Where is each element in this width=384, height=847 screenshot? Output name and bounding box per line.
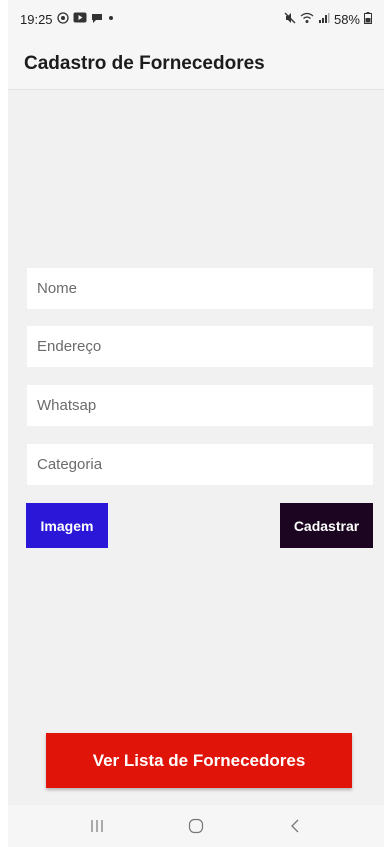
app-screen: 19:25 58% Cadastro de Fornecedores Nome … xyxy=(8,0,384,847)
wifi-icon xyxy=(300,12,314,27)
page-title: Cadastro de Fornecedores xyxy=(24,52,265,74)
categoria-field[interactable] xyxy=(27,444,373,485)
signal-icon xyxy=(318,12,330,27)
whatsapp-field[interactable] xyxy=(27,385,373,426)
dot-icon xyxy=(107,14,115,25)
recent-apps-icon[interactable] xyxy=(82,811,112,841)
battery-percent: 58% xyxy=(333,11,360,27)
categoria-input[interactable] xyxy=(37,444,373,485)
ver-lista-button-label: Ver Lista de Fornecedores xyxy=(92,750,306,770)
imagem-button-label: Imagem xyxy=(40,517,94,534)
cadastrar-button-label: Cadastrar xyxy=(293,517,360,534)
whatsapp-input[interactable] xyxy=(37,385,373,426)
endereco-input[interactable] xyxy=(37,326,373,367)
back-icon[interactable] xyxy=(280,811,310,841)
whatsapp-icon xyxy=(56,11,69,27)
message-icon xyxy=(91,12,103,27)
mute-icon xyxy=(284,12,296,27)
youtube-icon xyxy=(73,12,87,26)
app-header: Cadastro de Fornecedores xyxy=(8,38,384,90)
status-right: 58% xyxy=(284,11,372,27)
cadastrar-button[interactable]: Cadastrar xyxy=(280,503,373,548)
status-left: 19:25 xyxy=(20,12,115,27)
home-icon[interactable] xyxy=(181,811,211,841)
status-bar: 19:25 58% xyxy=(8,0,384,38)
imagem-button[interactable]: Imagem xyxy=(26,503,108,548)
endereco-field[interactable] xyxy=(27,326,373,367)
status-time: 19:25 xyxy=(20,11,53,27)
nome-input[interactable] xyxy=(37,268,373,309)
system-nav-bar xyxy=(8,805,384,847)
ver-lista-fornecedores-button[interactable]: Ver Lista de Fornecedores xyxy=(46,733,352,788)
battery-icon xyxy=(364,11,372,27)
nome-field[interactable] xyxy=(27,268,373,309)
